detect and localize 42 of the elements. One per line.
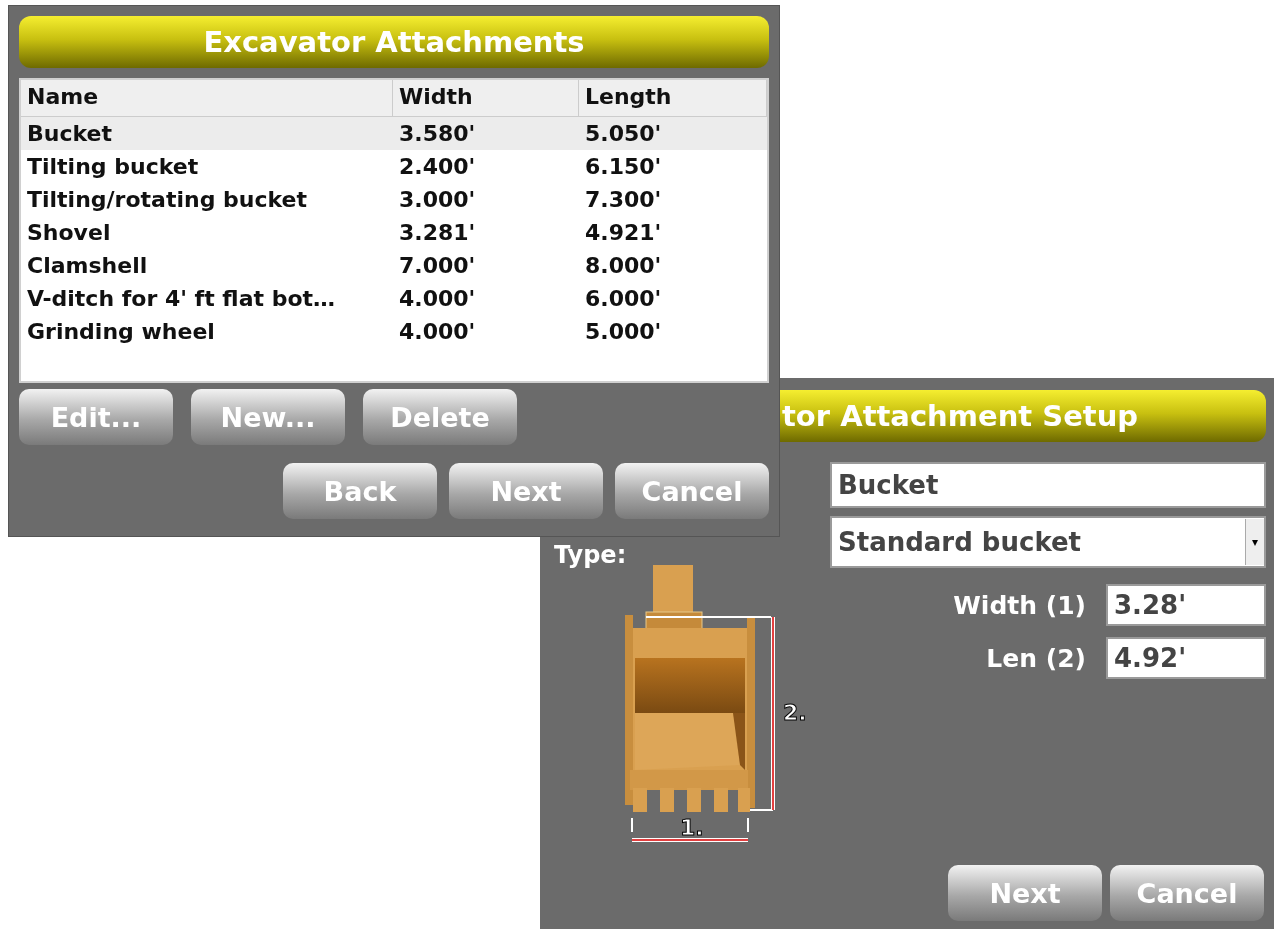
column-header[interactable]: Length bbox=[579, 80, 767, 116]
length-field[interactable]: 4.92' bbox=[1106, 637, 1266, 679]
width-marker: 1. bbox=[680, 815, 704, 840]
name-cell-text: Tilting/rotating bucket bbox=[26, 187, 308, 212]
name-cell-text: Bucket bbox=[26, 121, 113, 146]
type-dropdown[interactable]: Standard bucket ▾ bbox=[830, 516, 1266, 568]
length-marker: 2. bbox=[783, 700, 807, 725]
length-cell-text: 7.300' bbox=[584, 187, 663, 212]
width-field[interactable]: 3.28' bbox=[1106, 584, 1266, 626]
width-cell-text: 3.281' bbox=[398, 220, 477, 245]
table-row[interactable]: Tilting/rotating bucket 3.000' 7.300' bbox=[21, 183, 767, 216]
name-cell-text: V-ditch for 4' ft flat bot… bbox=[26, 286, 337, 311]
table-row[interactable]: Shovel 3.281' 4.921' bbox=[21, 216, 767, 249]
name-cell-text: Tilting bucket bbox=[26, 154, 200, 179]
table-row[interactable]: Bucket 3.580' 5.050' bbox=[21, 117, 767, 150]
name-cell-text: Grinding wheel bbox=[26, 319, 216, 344]
dropdown-arrow-button[interactable]: ▾ bbox=[1245, 519, 1264, 565]
length-cell-text: 5.000' bbox=[584, 319, 663, 344]
window-title: Excavator Attachments bbox=[19, 16, 769, 68]
table-row[interactable]: Grinding wheel 4.000' 5.000' bbox=[21, 315, 767, 348]
width-cell-text: 3.580' bbox=[398, 121, 477, 146]
width-cell-text: 7.000' bbox=[398, 253, 477, 278]
column-header[interactable]: Width bbox=[393, 80, 579, 116]
table-row[interactable]: Clamshell 7.000' 8.000' bbox=[21, 249, 767, 282]
width-label: Width (1) bbox=[953, 590, 1086, 620]
type-label: Type: bbox=[554, 541, 627, 569]
length-cell-text: 4.921' bbox=[584, 220, 663, 245]
width-cell-text: 2.400' bbox=[398, 154, 477, 179]
table-row[interactable]: Tilting bucket 2.400' 6.150' bbox=[21, 150, 767, 183]
table-row[interactable]: V-ditch for 4' ft flat bot… 4.000' 6.000' bbox=[21, 282, 767, 315]
length-cell-text: 5.050' bbox=[584, 121, 663, 146]
length-cell-text: 8.000' bbox=[584, 253, 663, 278]
name-cell-text: Clamshell bbox=[26, 253, 149, 278]
name-field[interactable]: Bucket bbox=[830, 462, 1266, 508]
length-label: Len (2) bbox=[986, 643, 1086, 673]
column-header[interactable]: Name bbox=[21, 80, 393, 116]
length-cell-text: 6.150' bbox=[584, 154, 663, 179]
width-cell-text: 4.000' bbox=[398, 286, 477, 311]
width-cell-text: 3.000' bbox=[398, 187, 477, 212]
width-cell-text: 4.000' bbox=[398, 319, 477, 344]
name-cell-text: Shovel bbox=[26, 220, 112, 245]
length-cell-text: 6.000' bbox=[584, 286, 663, 311]
